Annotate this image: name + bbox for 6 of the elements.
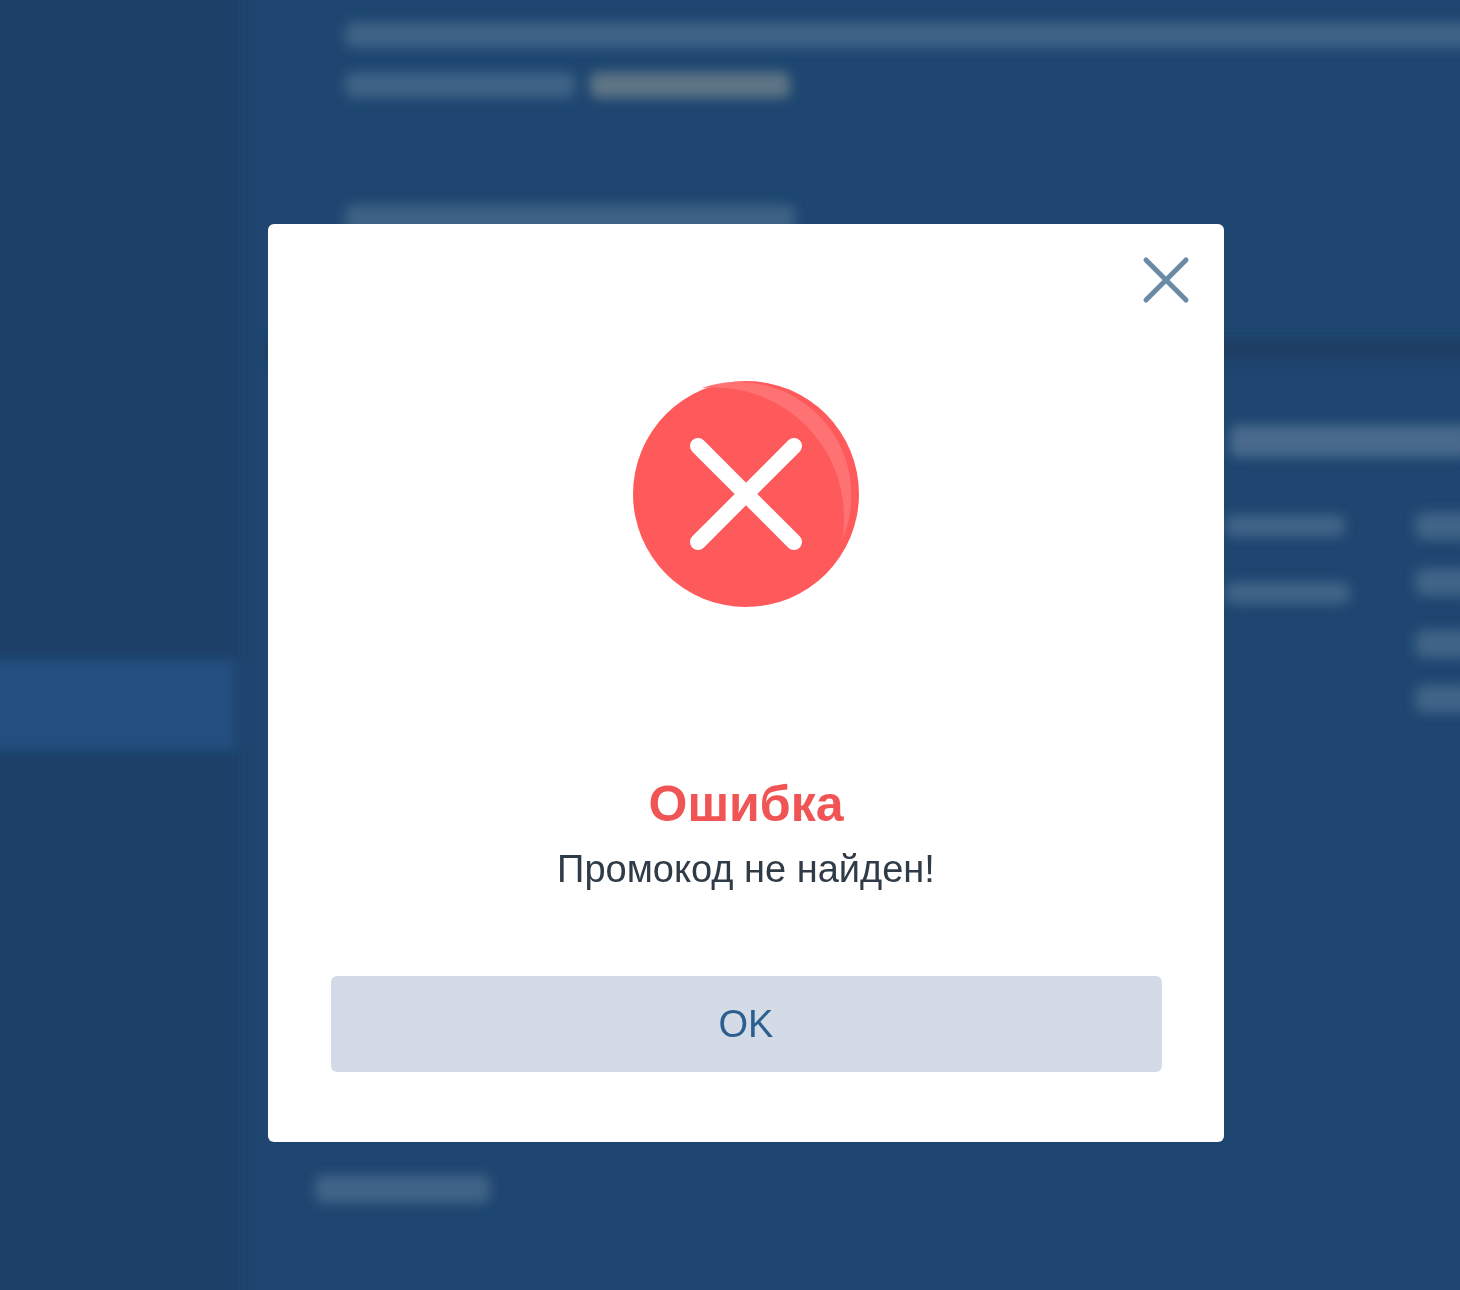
error-icon xyxy=(632,380,860,608)
close-button[interactable] xyxy=(1142,256,1190,304)
close-icon xyxy=(1142,256,1190,304)
ok-button[interactable]: OK xyxy=(330,976,1162,1072)
dialog-message: Промокод не найден! xyxy=(557,847,935,892)
dialog-title: Ошибка xyxy=(648,776,844,832)
